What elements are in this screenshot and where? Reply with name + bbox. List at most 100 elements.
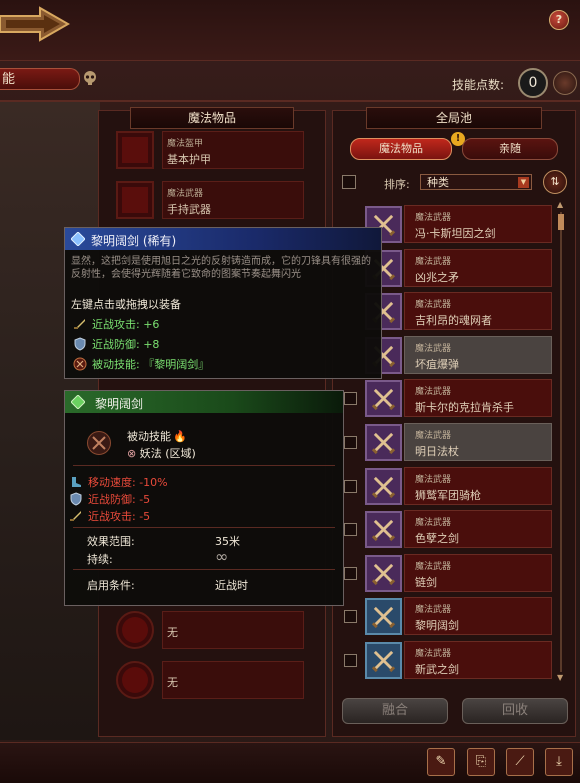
select-all-checkbox[interactable] — [342, 175, 356, 189]
row-checkbox[interactable] — [344, 436, 357, 449]
list-item-bar: 魔法武器 色孽之剑 — [404, 510, 552, 548]
skill-points-value: 0 — [518, 68, 548, 98]
list-item[interactable]: 魔法武器 明日法杖 — [340, 423, 556, 463]
tooltip-hint: 左键点击或拖拽以装备 — [71, 298, 181, 311]
crossed-swords-icon — [365, 555, 402, 592]
list-item-name: 坏疽爆弹 — [415, 358, 459, 371]
effect-melee-defence: 近战防御: -5 — [70, 491, 150, 507]
sort-dropdown[interactable]: 种类 ▼ — [420, 174, 532, 190]
list-item-name: 链剑 — [415, 576, 437, 589]
tooltip-title: 黎明阔剑 — [95, 397, 144, 411]
list-item[interactable]: 魔法武器 链剑 — [340, 554, 556, 594]
shield-icon — [70, 492, 82, 506]
row-checkbox[interactable] — [344, 523, 357, 536]
list-item-category: 魔法武器 — [415, 605, 452, 615]
row-checkbox[interactable] — [344, 392, 357, 405]
skull-icon — [84, 71, 96, 85]
skill-icon — [73, 357, 87, 371]
effect-melee-attack: 近战攻击: -5 — [70, 508, 150, 524]
condition-label: 启用条件: — [87, 579, 135, 592]
slot-bar: 无 — [162, 661, 304, 699]
list-item-name: 明日法杖 — [415, 445, 459, 458]
edit-button[interactable]: ✎ — [427, 748, 455, 776]
tab-retinue[interactable]: 亲随 — [462, 138, 558, 160]
row-checkbox[interactable] — [344, 610, 357, 623]
help-button[interactable]: ? — [549, 10, 569, 30]
crossed-swords-icon — [365, 424, 402, 461]
rarity-gem-icon — [71, 232, 85, 246]
list-item-name: 狮鹫军团骑枪 — [415, 489, 481, 502]
crossed-swords-icon — [365, 598, 402, 635]
follower-slot[interactable]: 无 — [116, 611, 304, 649]
list-item[interactable]: 魔法武器狮鹫军团骑枪 — [340, 467, 556, 507]
scroll-thumb[interactable] — [558, 214, 564, 230]
scrollbar[interactable]: ▲ ▼ — [557, 200, 565, 685]
slot-icon — [116, 661, 154, 699]
list-item-category: 魔法武器 — [415, 300, 452, 310]
passive-label: 被动技能 🔥 — [127, 430, 187, 443]
divider — [0, 100, 580, 102]
back-arrow-icon[interactable] — [0, 4, 70, 44]
skill-points-button[interactable] — [553, 71, 577, 95]
sword-icon — [74, 319, 85, 329]
condition-value: 近战时 — [215, 579, 248, 592]
stat-passive-skill: 被动技能: 『黎明阔剑』 — [73, 356, 209, 372]
list-item-bar: 魔法武器 坏疽爆弹 — [404, 336, 552, 374]
tab-magic-items[interactable]: 魔法物品 — [350, 138, 452, 160]
chevron-down-icon: ▼ — [518, 177, 529, 188]
scroll-button[interactable]: ⎘ — [467, 748, 495, 776]
list-item[interactable]: 魔法武器 色孽之剑 — [340, 510, 556, 550]
slot-name: 无 — [167, 626, 178, 639]
shield-icon — [74, 337, 86, 351]
list-item[interactable]: 魔法武器 黎明阔剑 — [340, 597, 556, 637]
list-item[interactable]: 魔法武器 新武之剑 — [340, 641, 556, 681]
slot-icon — [116, 131, 154, 169]
item-tooltip: 黎明阔剑 (稀有) 显然，这把剑是使用旭日之光的反射铸造而成，它的刀锋具有很强的… — [64, 227, 382, 379]
list-item-category: 魔法武器 — [415, 387, 452, 397]
scroll-down-icon[interactable]: ▼ — [557, 673, 563, 682]
list-item-name: 斯卡尔的克拉肯杀手 — [415, 401, 514, 414]
scroll-up-icon[interactable]: ▲ — [557, 200, 563, 209]
recycle-button[interactable]: 回收 — [462, 698, 568, 724]
download-button[interactable]: ⤓ — [545, 748, 573, 776]
tooltip-header: 黎明阔剑 — [65, 391, 343, 413]
list-item-category: 魔法武器 — [415, 518, 452, 528]
list-item-bar: 魔法武器 凶兆之矛 — [404, 249, 552, 287]
flame-icon: 🔥 — [173, 430, 187, 443]
divider — [73, 527, 335, 528]
row-checkbox[interactable] — [344, 567, 357, 580]
follower-slot[interactable]: 无 — [116, 661, 304, 699]
stat-melee-attack: 近战攻击: +6 — [73, 316, 159, 332]
tool-button[interactable]: ⟋ — [506, 748, 534, 776]
list-item-name: 黎明阔剑 — [415, 619, 459, 632]
duration-value: ∞ — [215, 547, 229, 566]
slot-bar: 魔法武器 手持武器 — [162, 181, 304, 219]
list-item[interactable]: 魔法武器斯卡尔的克拉肯杀手 — [340, 379, 556, 419]
slot-icon — [116, 611, 154, 649]
crossed-swords-icon — [365, 380, 402, 417]
slot-icon — [116, 181, 154, 219]
fuse-button[interactable]: 融合 — [342, 698, 448, 724]
list-item-name: 冯·卡斯坦因之剑 — [415, 227, 496, 240]
range-label: 效果范围: — [87, 535, 135, 548]
crossed-swords-icon — [87, 431, 111, 455]
list-item-category: 魔法武器 — [415, 431, 452, 441]
global-pool-title: 全局池 — [366, 107, 542, 129]
equip-slot-weapon[interactable]: 魔法武器 手持武器 — [116, 181, 304, 219]
list-item-bar: 魔法武器狮鹫军团骑枪 — [404, 467, 552, 505]
row-checkbox[interactable] — [344, 654, 357, 667]
list-item-category: 魔法武器 — [415, 475, 452, 485]
effect-move-speed: 移动速度: -10% — [72, 474, 168, 490]
sort-order-button[interactable]: ⇅ — [543, 170, 567, 194]
list-item-category: 魔法武器 — [415, 562, 452, 572]
list-item-category: 魔法武器 — [415, 649, 452, 659]
list-item-bar: 魔法武器 明日法杖 — [404, 423, 552, 461]
list-item-bar: 魔法武器 新武之剑 — [404, 641, 552, 679]
scroll-track[interactable] — [560, 212, 562, 672]
tab-skills[interactable]: 能 — [0, 68, 80, 90]
equip-slot-armour[interactable]: 魔法盔甲 基本护甲 — [116, 131, 304, 169]
slot-name: 基本护甲 — [167, 153, 211, 166]
list-item-category: 魔法武器 — [415, 257, 452, 267]
slot-category: 魔法盔甲 — [167, 139, 204, 149]
row-checkbox[interactable] — [344, 480, 357, 493]
